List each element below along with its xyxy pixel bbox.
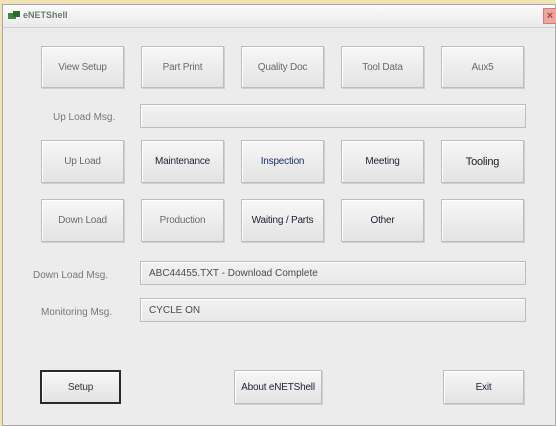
window-title: eNETShell — [23, 10, 68, 20]
waiting-parts-button[interactable]: Waiting / Parts — [241, 199, 324, 242]
exit-button[interactable]: Exit — [443, 370, 524, 404]
download-msg-label: Down Load Msg. — [33, 270, 109, 281]
download-button[interactable]: Down Load — [41, 199, 124, 242]
maintenance-button[interactable]: Maintenance — [141, 140, 224, 183]
meeting-button[interactable]: Meeting — [341, 140, 424, 183]
app-window: eNETShell × View Setup Part Print Qualit… — [2, 4, 556, 426]
quality-doc-button[interactable]: Quality Doc — [241, 46, 324, 88]
view-setup-button[interactable]: View Setup — [41, 46, 124, 88]
tooling-button[interactable]: Tooling — [441, 140, 524, 183]
upload-button[interactable]: Up Load — [41, 140, 124, 183]
upload-msg-field — [140, 104, 526, 128]
part-print-button[interactable]: Part Print — [141, 46, 224, 88]
aux5-button[interactable]: Aux5 — [441, 46, 524, 88]
production-button[interactable]: Production — [141, 199, 224, 242]
monitoring-msg-field: CYCLE ON — [140, 298, 526, 322]
blank-button[interactable] — [441, 199, 524, 242]
about-button[interactable]: About eNETShell — [234, 370, 322, 404]
close-button[interactable]: × — [543, 8, 556, 24]
inspection-button[interactable]: Inspection — [241, 140, 324, 183]
setup-button[interactable]: Setup — [40, 370, 121, 404]
title-bar[interactable]: eNETShell × — [3, 5, 556, 28]
upload-msg-label: Up Load Msg. — [53, 112, 116, 123]
tool-data-button[interactable]: Tool Data — [341, 46, 424, 88]
app-icon — [8, 11, 20, 19]
monitoring-msg-label: Monitoring Msg. — [41, 307, 113, 318]
download-msg-field: ABC44455.TXT - Download Complete — [140, 261, 526, 285]
other-button[interactable]: Other — [341, 199, 424, 242]
